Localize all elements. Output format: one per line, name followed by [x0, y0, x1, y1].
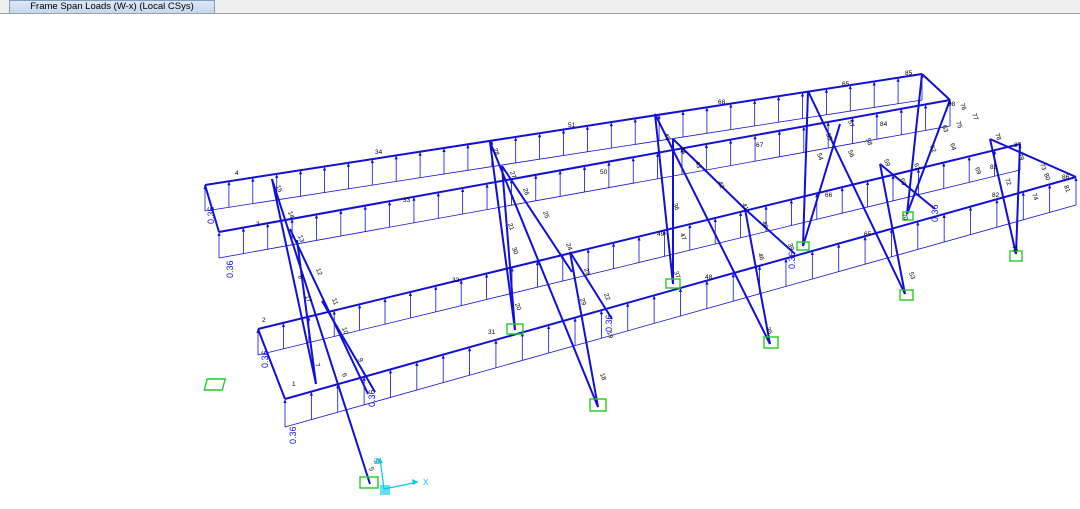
load-value: 0.36 — [225, 260, 235, 278]
brace-label: 74 — [1030, 192, 1039, 202]
beam-label: 33 — [403, 197, 411, 204]
column — [489, 141, 599, 408]
beam-label: 82 — [992, 192, 1000, 199]
brace-label: 57 — [846, 119, 855, 129]
brace-label: 44 — [678, 146, 687, 156]
x-axis-arrowhead — [412, 479, 418, 485]
global-axes: X Z — [374, 457, 429, 495]
load-value: 0.36 — [604, 314, 614, 332]
brace-label: 81 — [1062, 184, 1071, 194]
beam-label: 67 — [756, 142, 764, 149]
brace-label: 71 — [1010, 244, 1019, 254]
tab-frame-span-loads[interactable]: Frame Span Loads (W-x) (Local CSys) — [9, 0, 215, 13]
beam-label: 49 — [657, 231, 665, 238]
beam-label: 65 — [842, 81, 850, 88]
brace-label: 6 — [340, 372, 348, 378]
load-value: 0.36 — [787, 251, 797, 269]
brace-label: 11 — [330, 297, 339, 306]
column — [271, 178, 317, 385]
beam-label: 34 — [375, 149, 383, 156]
brace-label: 9 — [356, 357, 364, 363]
beam-label: 48 — [705, 274, 713, 281]
member-labels: 4345168653335067842324966831314865828586… — [235, 70, 1071, 472]
structure-drawing: 0.36 0.36 0.36 0.36 0.36 0.36 0.36 0.36 … — [203, 70, 1078, 495]
beam-label: 86 — [1062, 174, 1070, 181]
z-axis-label: Z — [374, 457, 379, 466]
load-value: 0.36 — [288, 426, 298, 444]
brace-label: 54 — [815, 152, 824, 162]
beam-label: 66 — [825, 192, 833, 199]
longitudinal-beams — [204, 73, 1077, 400]
beam-label: 31 — [488, 329, 496, 336]
brace-label: 46 — [756, 252, 765, 262]
beam-label: 3 — [256, 221, 260, 228]
brace-label: 79 — [1016, 152, 1025, 162]
brace-label: 72 — [1003, 177, 1012, 187]
support-icon — [763, 336, 779, 349]
support-icon — [899, 289, 914, 301]
brace — [321, 300, 376, 393]
brace-label: 73 — [1038, 162, 1047, 172]
beam-label: 84 — [880, 121, 888, 128]
brace-label: 19 — [605, 330, 614, 340]
brace-label: 39 — [786, 242, 795, 252]
support-icon — [203, 378, 227, 391]
beam-label: 87 — [1014, 142, 1022, 149]
brace-label: 20 — [513, 302, 522, 312]
brace-label: 76 — [958, 102, 967, 112]
load-value: 0.36 — [260, 350, 270, 368]
beam-label: 65 — [864, 231, 872, 238]
beam-row-1 — [204, 73, 923, 186]
brace-label: 63 — [940, 124, 949, 134]
brace-label: 58 — [864, 137, 873, 147]
brace-label: 47 — [678, 232, 687, 242]
brace-label: 5 — [367, 466, 375, 472]
brace-label: 18 — [598, 372, 607, 382]
brace — [989, 138, 1077, 178]
brace-label: 64 — [948, 142, 957, 152]
beam-label: 50 — [600, 169, 608, 176]
beam-label: 85 — [905, 70, 913, 77]
beam-label: 88 — [948, 101, 956, 108]
brace-label: 77 — [970, 112, 979, 122]
beam-label: 2 — [262, 317, 266, 324]
origin-marker — [380, 485, 390, 495]
beam-label: 83 — [990, 164, 998, 171]
brace-label: 22 — [602, 292, 611, 302]
beam-label: 1 — [292, 381, 296, 388]
load-value: 0.36 — [367, 389, 377, 407]
brace-label: 80 — [1042, 172, 1051, 182]
brace — [802, 123, 841, 247]
x-axis-label: X — [423, 478, 429, 487]
view-tab-bar: Frame Span Loads (W-x) (Local CSys) — [0, 0, 1080, 14]
beam-label: 32 — [452, 277, 460, 284]
brace-label: 53 — [907, 271, 916, 281]
beam-label: 68 — [718, 99, 726, 106]
brace-label: 56 — [846, 149, 855, 159]
load-value: 0.36 — [206, 206, 216, 224]
column — [921, 73, 951, 101]
load-value: 0.36 — [930, 204, 940, 222]
beam-label: 51 — [568, 122, 576, 129]
brace-label: 69 — [973, 166, 982, 176]
brace-label: 24 — [564, 242, 573, 252]
brace-label: 12 — [314, 267, 323, 277]
model-viewport[interactable]: 0.36 0.36 0.36 0.36 0.36 0.36 0.36 0.36 … — [0, 14, 1080, 509]
beam-label: 4 — [235, 170, 239, 177]
column — [802, 90, 809, 247]
brace-label: 75 — [954, 120, 963, 130]
brace-label: 25 — [541, 210, 550, 220]
brace-label: 7 — [313, 362, 321, 368]
brace-label: 30 — [510, 246, 519, 256]
brace-label: 43 — [693, 160, 702, 170]
